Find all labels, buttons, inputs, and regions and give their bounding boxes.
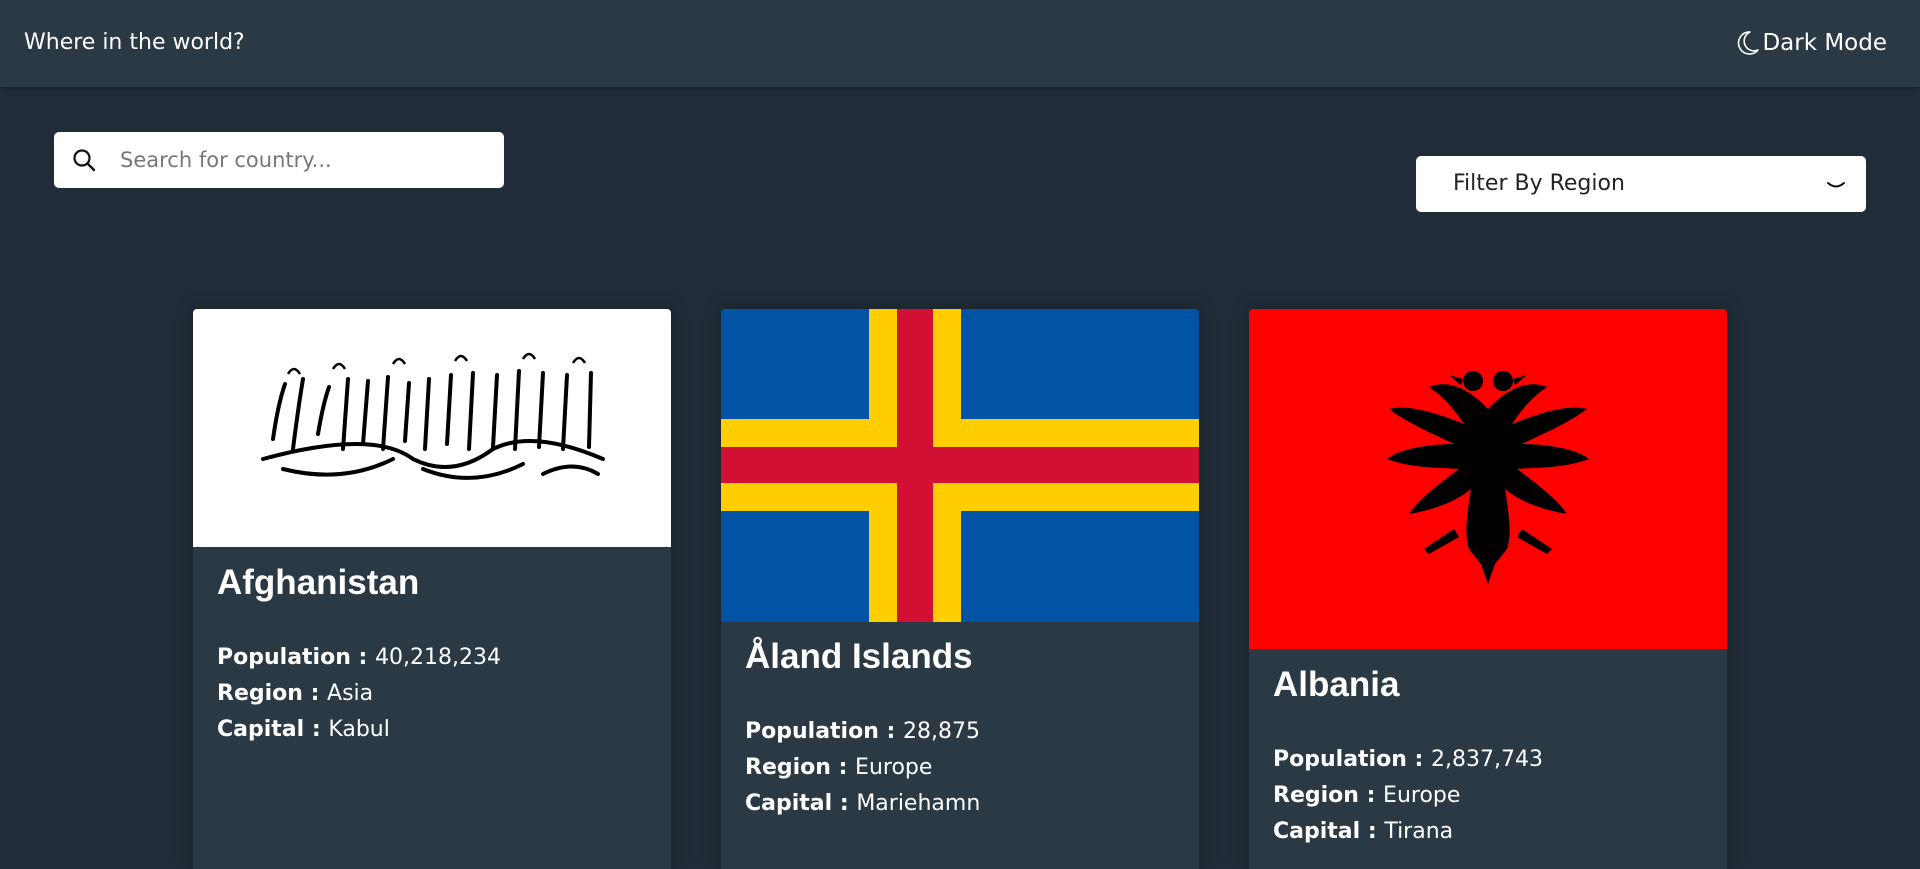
population-row: Population : 2,837,743 [1273,742,1543,778]
app-title: Where in the world? [24,30,245,55]
search-input[interactable] [118,132,488,188]
population-value: 40,218,234 [375,645,501,670]
card-body: Albania Population : 2,837,743 Region : … [1273,665,1543,850]
country-name: Albania [1273,665,1400,704]
flag-albania [1249,309,1727,649]
population-row: Population : 28,875 [745,714,980,750]
region-value: Europe [855,755,933,780]
region-row: Region : Europe [745,750,980,786]
dark-mode-toggle[interactable]: Dark Mode [1736,30,1887,56]
population-row: Population : 40,218,234 [217,640,501,676]
region-label: Region : [1273,783,1384,808]
country-card-afghanistan[interactable]: Afghanistan Population : 40,218,234 Regi… [193,309,671,869]
search-icon [72,148,96,176]
country-card-aland-islands[interactable]: Åland Islands Population : 28,875 Region… [721,309,1199,869]
country-stats: Population : 40,218,234 Region : Asia Ca… [217,640,501,748]
population-label: Population : [745,719,903,744]
population-value: 28,875 [903,719,980,744]
dark-mode-label: Dark Mode [1762,30,1887,56]
capital-label: Capital : [1273,819,1385,844]
region-label: Region : [745,755,856,780]
region-label: Region : [217,681,328,706]
region-value: Asia [327,681,374,706]
country-stats: Population : 28,875 Region : Europe Capi… [745,714,980,822]
country-stats: Population : 2,837,743 Region : Europe C… [1273,742,1543,850]
capital-value: Kabul [328,717,390,742]
chevron-down-icon [1826,177,1846,196]
card-body: Åland Islands Population : 28,875 Region… [745,637,980,822]
country-name: Åland Islands [745,637,973,676]
capital-row: Capital : Kabul [217,712,501,748]
population-value: 2,837,743 [1431,747,1543,772]
capital-value: Mariehamn [856,791,981,816]
country-card-albania[interactable]: Albania Population : 2,837,743 Region : … [1249,309,1727,869]
country-name: Afghanistan [217,563,420,602]
search-box[interactable] [54,132,504,188]
card-body: Afghanistan Population : 40,218,234 Regi… [217,563,501,748]
region-filter-dropdown[interactable]: Filter By Region [1416,156,1866,212]
flag-afghanistan [193,309,671,547]
region-filter-label: Filter By Region [1453,171,1625,196]
region-row: Region : Europe [1273,778,1543,814]
capital-label: Capital : [217,717,329,742]
region-value: Europe [1383,783,1461,808]
flag-aland-islands [721,309,1199,622]
population-label: Population : [1273,747,1431,772]
moon-icon [1736,30,1760,56]
capital-label: Capital : [745,791,857,816]
capital-row: Capital : Mariehamn [745,786,980,822]
region-row: Region : Asia [217,676,501,712]
capital-row: Capital : Tirana [1273,814,1543,850]
population-label: Population : [217,645,375,670]
top-bar: Where in the world? Dark Mode [0,0,1920,87]
capital-value: Tirana [1384,819,1454,844]
